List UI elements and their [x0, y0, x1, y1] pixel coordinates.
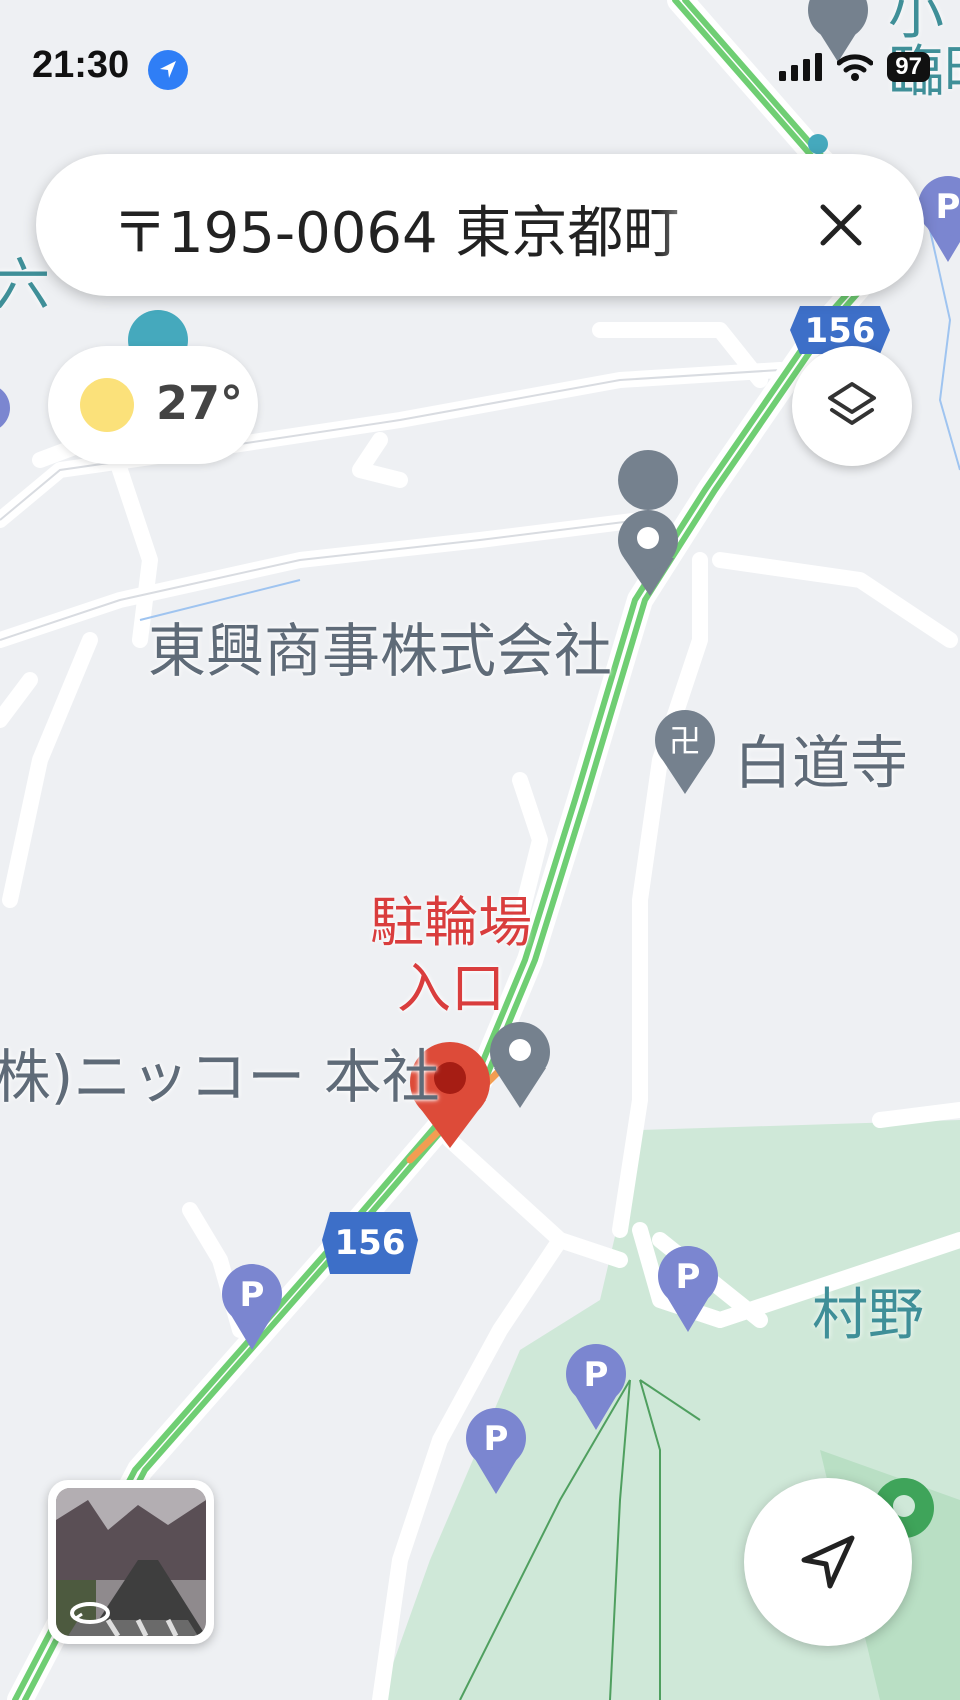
cellular-signal-icon — [779, 53, 823, 81]
temperature-text: 27° — [156, 376, 244, 430]
parking-symbol: P — [584, 1355, 609, 1395]
place-label-top-right: 小 臨時 — [888, 0, 960, 102]
place-label-nikko[interactable]: (株)ニッコー 本社 — [0, 1030, 440, 1114]
close-icon — [820, 204, 862, 246]
route-number-text: 156 — [335, 1223, 406, 1263]
sun-icon — [80, 378, 134, 432]
parking-symbol: P — [240, 1275, 265, 1315]
layers-icon — [828, 382, 876, 425]
status-time: 21:30 — [32, 44, 130, 86]
location-services-icon — [148, 50, 188, 90]
search-query-text[interactable]: 〒195-0064 東京都町 — [112, 188, 712, 269]
place-label-company[interactable]: 東興商事株式会社 — [148, 604, 612, 688]
status-indicators: 97 — [779, 52, 930, 82]
place-label-top-right-line1: 小 — [888, 0, 944, 47]
rotate-360-icon — [70, 1602, 110, 1624]
search-text-fade — [656, 174, 716, 274]
route-number-text: 156 — [805, 311, 876, 351]
weather-chip[interactable]: 27° — [48, 346, 258, 464]
battery-indicator: 97 — [887, 52, 930, 82]
parking-symbol: P — [676, 1257, 701, 1297]
bicycle-parking-line2: 入口 — [397, 957, 505, 1020]
clear-search-button[interactable] — [802, 186, 880, 264]
svg-text:卍: 卍 — [669, 722, 701, 760]
search-bar[interactable]: 〒195-0064 東京都町 — [36, 154, 924, 296]
street-view-thumbnail[interactable] — [48, 1480, 214, 1644]
layers-button[interactable] — [792, 346, 912, 466]
wifi-icon — [837, 54, 874, 81]
place-label-bicycle-parking[interactable]: 駐輪場 入口 — [370, 890, 532, 1022]
parking-symbol: P — [484, 1419, 509, 1459]
navigation-arrow-icon — [801, 1535, 855, 1589]
parking-symbol: P — [936, 187, 960, 227]
route-shield-156-bottom: 156 — [322, 1212, 418, 1274]
place-label-temple[interactable]: 白道寺 — [734, 716, 908, 800]
bicycle-parking-line1: 駐輪場 — [370, 891, 532, 954]
navigate-button[interactable] — [744, 1478, 912, 1646]
place-label-murano[interactable]: 村野 — [812, 1270, 924, 1351]
